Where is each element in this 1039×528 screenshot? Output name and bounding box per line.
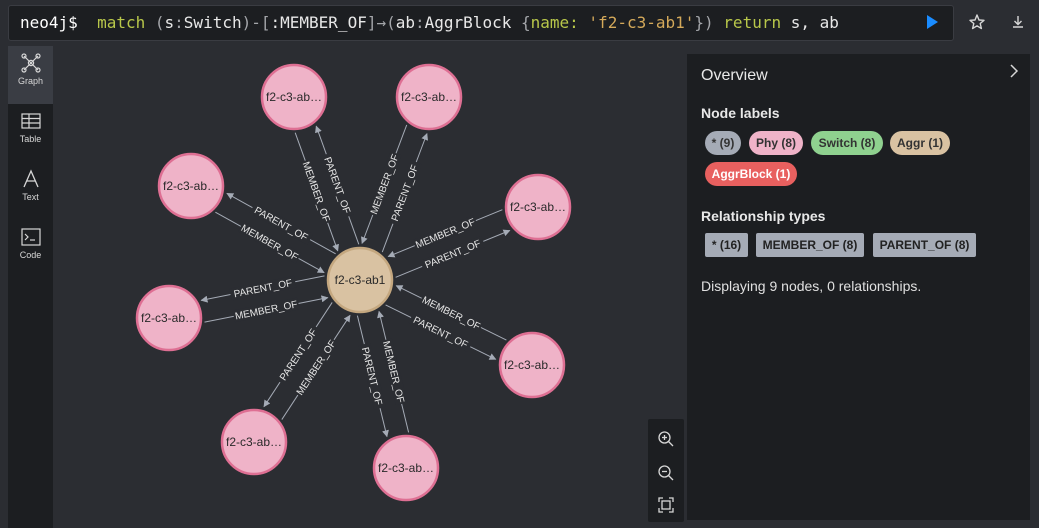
relationship-label: PARENT_OF xyxy=(359,346,384,406)
query-punct: }) xyxy=(694,13,714,32)
node-label-all[interactable]: * (9) xyxy=(705,131,741,155)
query-punct: )-[ xyxy=(241,13,271,32)
fit-to-screen-button[interactable] xyxy=(656,495,676,515)
rail-item-graph[interactable]: Graph xyxy=(8,46,53,104)
graph-icon xyxy=(20,53,41,73)
zoom-in-button[interactable] xyxy=(656,429,676,449)
query-punct: ( xyxy=(154,13,165,32)
query-bar: neo4j$ match (s:Switch)-[:MEMBER_OF]→(ab… xyxy=(0,0,1039,46)
switch-node[interactable]: f2-c3-ab… xyxy=(504,173,572,241)
rail-item-table[interactable]: Table xyxy=(8,104,53,162)
chevron-right-icon xyxy=(1010,64,1019,78)
run-query-button[interactable] xyxy=(918,9,944,35)
node-label-phy[interactable]: Phy (8) xyxy=(749,131,803,155)
zoom-controls xyxy=(648,419,684,522)
query-var-s: s xyxy=(164,13,175,32)
query-var-ab: ab xyxy=(395,13,415,32)
rail-label-code: Code xyxy=(19,250,42,260)
switch-node[interactable]: f2-c3-ab… xyxy=(260,63,328,131)
play-icon xyxy=(927,15,938,29)
query-keyword-return: return xyxy=(723,13,782,32)
code-icon xyxy=(20,228,41,246)
switch-node[interactable]: f2-c3-ab… xyxy=(498,331,566,399)
query-return-vars: s, ab xyxy=(790,13,839,32)
query-punct: { xyxy=(511,13,531,32)
node-caption: f2-c3-ab… xyxy=(504,358,560,372)
node-caption: f2-c3-ab… xyxy=(266,90,322,104)
node-labels-heading: Node labels xyxy=(701,105,780,121)
rail-item-code[interactable]: Code xyxy=(8,220,53,278)
download-icon xyxy=(1013,16,1023,28)
rail-label-graph: Graph xyxy=(17,76,43,86)
text-icon xyxy=(22,169,39,188)
graph-summary: Displaying 9 nodes, 0 relationships. xyxy=(701,278,922,294)
fit-icon xyxy=(658,497,674,513)
query-rel-type: :MEMBER_OF xyxy=(270,13,367,32)
overview-title: Overview xyxy=(701,67,768,84)
query-punct: : xyxy=(174,13,184,32)
table-icon xyxy=(20,113,41,129)
node-label-switch[interactable]: Switch (8) xyxy=(811,131,883,155)
rel-type-member-of[interactable]: MEMBER_OF (8) xyxy=(756,233,864,257)
graph-canvas[interactable]: MEMBER_OF PARENT_OF MEMBER_OF PARENT_OF MEMB… xyxy=(53,46,687,528)
view-mode-rail: Graph Table Text Code xyxy=(8,46,53,528)
query-keyword-match: match xyxy=(97,13,146,32)
rel-type-all[interactable]: * (16) xyxy=(705,233,748,257)
relationship-label: MEMBER_OF xyxy=(380,340,406,404)
zoom-out-button[interactable] xyxy=(656,463,676,483)
node-caption: f2-c3-ab… xyxy=(378,461,434,475)
switch-node[interactable]: f2-c3-ab… xyxy=(135,284,203,352)
query-prop-key: name: xyxy=(530,13,579,32)
node-caption: f2-c3-ab… xyxy=(510,200,566,214)
query-prop-value: 'f2-c3-ab1' xyxy=(588,13,695,32)
relationship-label: PARENT_OF xyxy=(233,278,293,300)
query-editor[interactable]: neo4j$ match (s:Switch)-[:MEMBER_OF]→(ab… xyxy=(8,5,954,41)
node-label-aggr[interactable]: Aggr (1) xyxy=(890,131,950,155)
download-button[interactable] xyxy=(1008,12,1028,32)
switch-node[interactable]: f2-c3-ab… xyxy=(157,152,225,220)
node-label-aggrblock[interactable]: AggrBlock (1) xyxy=(705,162,797,186)
overview-panel: Overview Node labels * (9) Phy (8) Switc… xyxy=(687,54,1030,520)
query-punct: ]→( xyxy=(366,13,396,32)
node-caption: f2-c3-ab… xyxy=(226,435,282,449)
graph-visualization[interactable]: MEMBER_OFPARENT_OF MEMBER_OFPARENT_OFMEMB… xyxy=(53,46,687,528)
query-label-switch: Switch xyxy=(183,13,242,32)
rail-label-text: Text xyxy=(22,192,39,202)
rail-label-table: Table xyxy=(19,134,42,144)
star-icon xyxy=(969,14,985,30)
favorite-button[interactable] xyxy=(967,12,987,32)
node-caption: f2-c3-ab1 xyxy=(335,273,386,287)
zoom-out-icon xyxy=(658,465,674,481)
relationship-label: MEMBER_OF xyxy=(234,299,298,322)
rel-type-parent-of[interactable]: PARENT_OF (8) xyxy=(873,233,976,257)
query-label-aggr: AggrBlock xyxy=(424,13,512,32)
switch-node[interactable]: f2-c3-ab… xyxy=(220,408,288,476)
node-caption: f2-c3-ab… xyxy=(401,90,457,104)
editor-prompt: neo4j$ xyxy=(20,13,78,32)
switch-node[interactable]: f2-c3-ab… xyxy=(395,63,463,131)
query-punct: : xyxy=(415,13,425,32)
relationship-types-heading: Relationship types xyxy=(701,208,826,224)
aggrblock-node[interactable]: f2-c3-ab1 xyxy=(326,246,394,314)
collapse-panel-button[interactable] xyxy=(1005,62,1023,80)
rail-item-text[interactable]: Text xyxy=(8,162,53,220)
switch-node[interactable]: f2-c3-ab… xyxy=(372,434,440,502)
zoom-in-icon xyxy=(658,431,674,447)
node-caption: f2-c3-ab… xyxy=(141,311,197,325)
node-caption: f2-c3-ab… xyxy=(163,179,219,193)
